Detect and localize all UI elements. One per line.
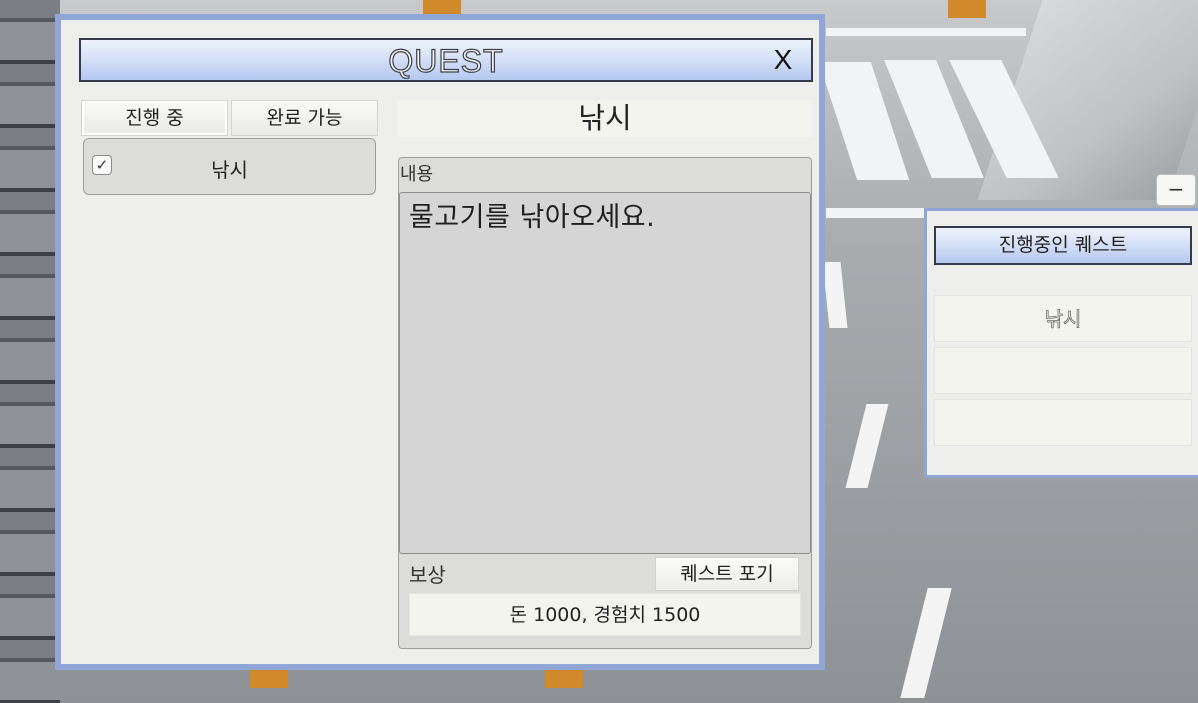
tab-in-progress[interactable]: 진행 중: [81, 100, 228, 136]
building-facade: [0, 0, 60, 703]
quest-detail-panel: 내용 물고기를 낚아오세요. 보상 퀘스트 포기 돈 1000, 경험치 150…: [398, 157, 812, 649]
tracker-header-button[interactable]: 진행중인 퀘스트: [934, 226, 1192, 265]
quest-window: QUEST X 진행 중 완료 가능 ✓ 낚시 낚시 내용 물고기를 낚아오세요…: [55, 14, 825, 670]
crosswalk-stripe: [826, 28, 1026, 36]
reward-label: 보상: [409, 563, 446, 587]
quest-tracker-panel: 진행중인 퀘스트 낚시: [924, 208, 1198, 478]
content-label: 내용: [400, 164, 434, 185]
tab-completable[interactable]: 완료 가능: [231, 100, 378, 136]
quest-list-item-label: 낚시: [211, 158, 248, 182]
traffic-cone: [948, 0, 986, 18]
close-button[interactable]: X: [765, 42, 801, 78]
quest-description-area[interactable]: 물고기를 낚아오세요.: [399, 192, 811, 554]
tracker-slot[interactable]: [934, 399, 1192, 446]
quest-description: 물고기를 낚아오세요.: [409, 202, 656, 233]
quest-list-item[interactable]: ✓ 낚시: [83, 138, 376, 195]
tracker-slot[interactable]: [934, 347, 1192, 394]
quest-detail-title: 낚시: [398, 100, 812, 137]
tracker-slot[interactable]: 낚시: [934, 295, 1192, 342]
quest-title-bar[interactable]: QUEST X: [79, 38, 813, 82]
traffic-cone: [545, 670, 583, 688]
tracker-minimize-button[interactable]: −: [1156, 174, 1196, 206]
crosswalk-stripe: [826, 208, 936, 218]
abandon-quest-button[interactable]: 퀘스트 포기: [655, 557, 799, 591]
traffic-cone: [250, 670, 288, 688]
reward-value: 돈 1000, 경험치 1500: [409, 593, 801, 636]
quest-window-title: QUEST: [388, 42, 504, 79]
